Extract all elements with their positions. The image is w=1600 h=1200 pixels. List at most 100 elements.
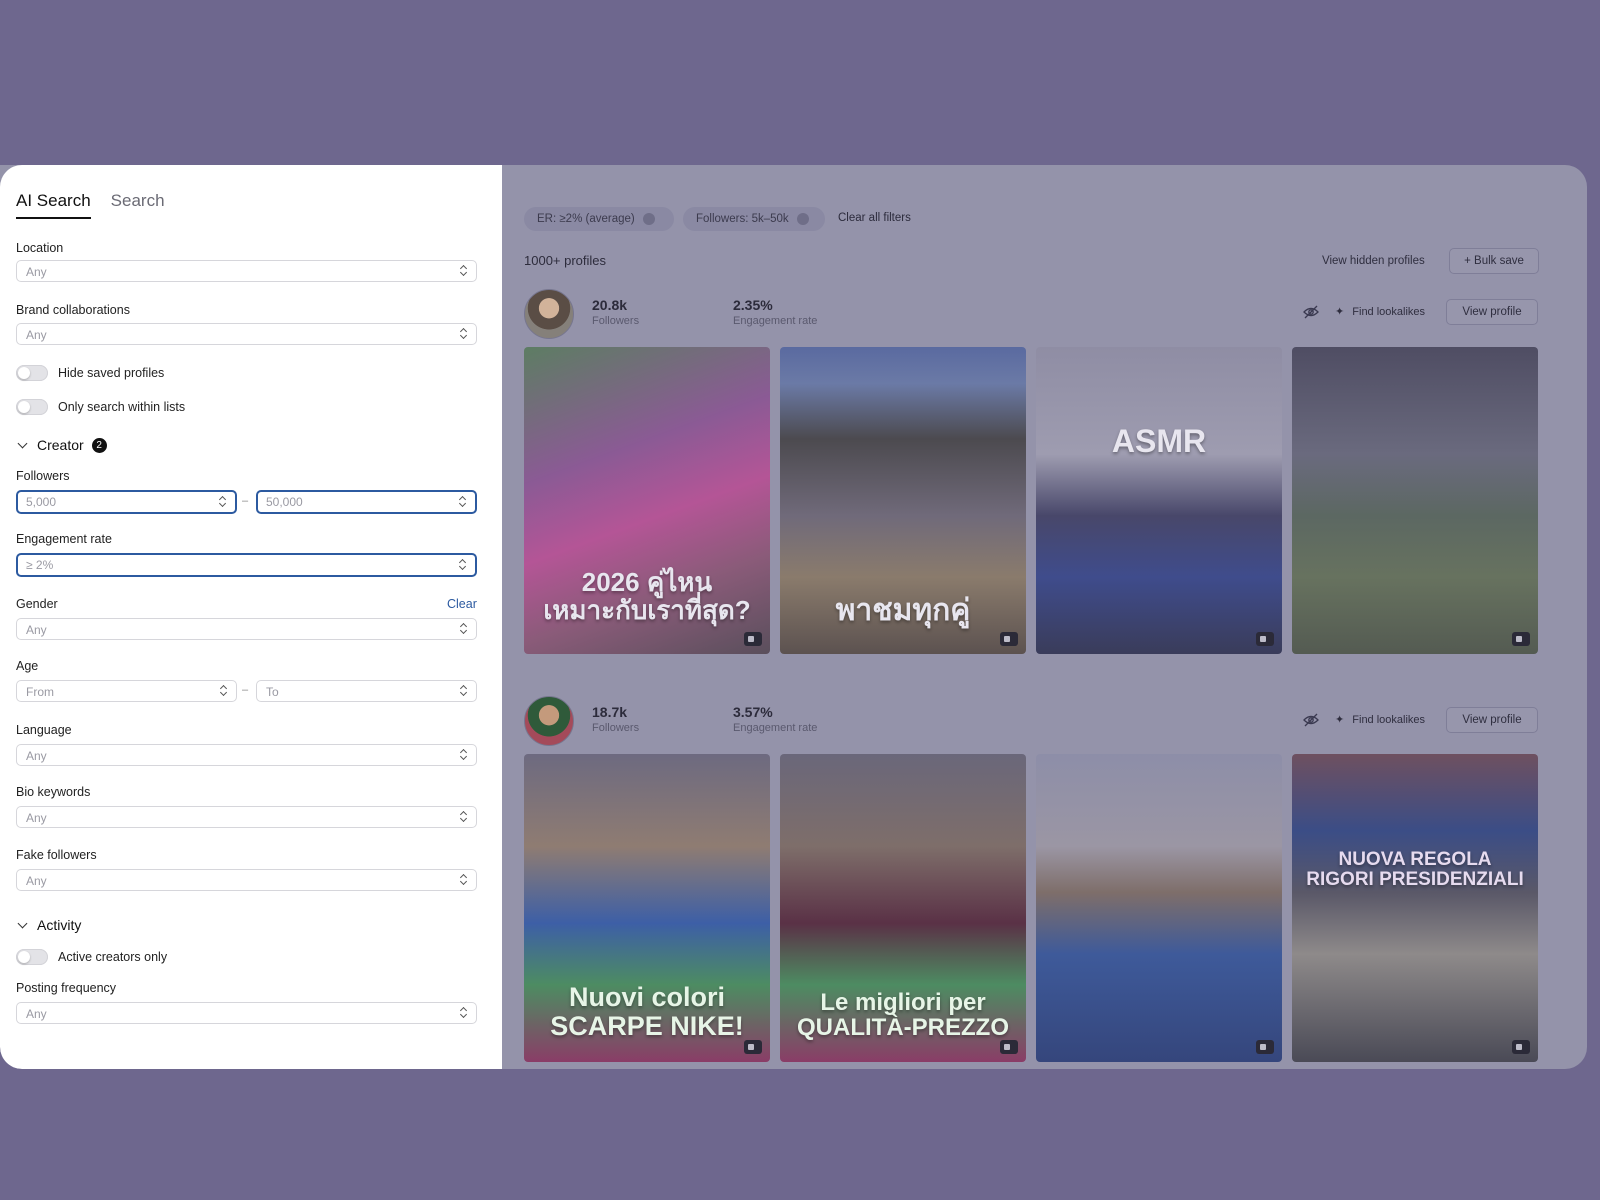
chevron-updown-icon — [460, 1006, 468, 1020]
chevron-updown-icon — [219, 495, 227, 509]
active-filter-chip[interactable]: ER: ≥2% (average) — [524, 207, 674, 231]
video-icon — [1000, 632, 1018, 646]
fake-followers-label: Fake followers — [16, 848, 97, 862]
find-lookalikes-button[interactable]: ✦ Find lookalikes — [1335, 713, 1425, 726]
language-label: Language — [16, 723, 72, 737]
age-to-select[interactable]: To — [256, 680, 477, 702]
activity-section-label: Activity — [37, 917, 82, 933]
post-thumbnail[interactable]: Le migliori per QUALITÀ-PREZZO — [780, 754, 1026, 1062]
followers-label: Followers — [16, 469, 70, 483]
view-hidden-profiles-link[interactable]: View hidden profiles — [1322, 255, 1425, 267]
location-label: Location — [16, 241, 64, 255]
post-thumbnail[interactable] — [1292, 347, 1538, 654]
results-area: ER: ≥2% (average) Followers: 5k–50k Clea… — [502, 165, 1587, 1069]
fake-followers-select[interactable]: Any — [16, 869, 477, 891]
hide-profile-icon[interactable] — [1303, 304, 1319, 320]
language-select[interactable]: Any — [16, 744, 477, 766]
chevron-down-icon — [17, 918, 28, 928]
hide-profile-icon[interactable] — [1303, 712, 1319, 728]
tab-search[interactable]: Search — [111, 191, 165, 219]
followers-min-value: 5,000 — [26, 495, 57, 509]
hide-saved-toggle[interactable] — [16, 365, 48, 381]
hide-saved-row: Hide saved profiles — [16, 365, 164, 381]
view-profile-button[interactable]: View profile — [1446, 707, 1538, 733]
age-from-select[interactable]: From — [16, 680, 237, 702]
app-window: AI Search Search Location Any Brand coll… — [0, 165, 1587, 1069]
active-only-toggle[interactable] — [16, 949, 48, 965]
sparkle-icon: ✦ — [1335, 714, 1345, 726]
chevron-down-icon — [17, 438, 28, 448]
video-icon — [744, 632, 762, 646]
find-lookalikes-label: Find lookalikes — [1352, 306, 1426, 318]
engagement-rate: 2.35% — [733, 297, 773, 313]
video-icon — [744, 1040, 762, 1054]
activity-section-header[interactable]: Activity — [16, 917, 81, 933]
gender-label: Gender — [16, 597, 58, 611]
followers-label: Followers — [592, 722, 640, 734]
video-icon — [1256, 632, 1274, 646]
range-separator: – — [242, 684, 249, 696]
post-thumbnail[interactable]: ASMR — [1036, 347, 1282, 654]
location-select[interactable]: Any — [16, 260, 477, 282]
followers-max-input[interactable]: 50,000 — [256, 490, 477, 514]
fake-followers-value: Any — [26, 874, 47, 888]
brand-collab-select[interactable]: Any — [16, 323, 477, 345]
creator-section-header[interactable]: Creator 2 — [16, 437, 107, 453]
engagement-value: ≥ 2% — [26, 558, 54, 572]
posting-frequency-value: Any — [26, 1007, 47, 1021]
chip-label: ER: ≥2% (average) — [537, 213, 635, 225]
chevron-updown-icon — [220, 684, 228, 698]
followers-min-input[interactable]: 5,000 — [16, 490, 237, 514]
brand-collab-value: Any — [26, 328, 47, 342]
gender-clear-link[interactable]: Clear — [447, 597, 477, 611]
language-value: Any — [26, 749, 47, 763]
only-lists-toggle[interactable] — [16, 399, 48, 415]
chevron-updown-icon — [460, 873, 468, 887]
age-from-value: From — [26, 685, 54, 699]
post-caption: ASMR — [1111, 423, 1207, 459]
bio-keywords-input[interactable]: Any — [16, 806, 477, 828]
post-thumbnail[interactable]: Nuovi colori SCARPE NIKE! — [524, 754, 770, 1062]
creator-filter-count-badge: 2 — [91, 437, 107, 453]
gender-value: Any — [26, 623, 47, 637]
tab-ai-search[interactable]: AI Search — [16, 191, 91, 219]
post-thumbnail[interactable]: 2026 คู่ไหน เหมาะกับเราที่สุด? — [524, 347, 770, 654]
chevron-updown-icon — [460, 684, 468, 698]
bio-keywords-value: Any — [26, 811, 47, 825]
active-only-label: Active creators only — [58, 950, 168, 964]
engagement-select[interactable]: ≥ 2% — [16, 553, 477, 577]
find-lookalikes-button[interactable]: ✦ Find lookalikes — [1335, 305, 1425, 318]
engagement-rate-label: Engagement rate — [733, 722, 818, 734]
posting-frequency-label: Posting frequency — [16, 981, 117, 995]
followers-count: 18.7k — [592, 704, 628, 720]
bulk-save-button[interactable]: + Bulk save — [1449, 248, 1539, 274]
avatar[interactable] — [524, 289, 574, 339]
video-icon — [1512, 632, 1530, 646]
post-thumbnail[interactable]: NUOVA REGOLA RIGORI PRESIDENZIALI — [1292, 754, 1538, 1062]
remove-filter-icon[interactable] — [642, 213, 655, 225]
followers-label: Followers — [592, 315, 640, 327]
filter-panel: AI Search Search Location Any Brand coll… — [0, 165, 502, 1069]
followers-max-value: 50,000 — [266, 495, 303, 509]
hide-saved-label: Hide saved profiles — [58, 366, 165, 380]
age-to-value: To — [266, 685, 279, 699]
chevron-updown-icon — [460, 622, 468, 636]
post-thumbnail[interactable]: พาชมทุกคู่ — [780, 347, 1026, 654]
avatar[interactable] — [524, 696, 574, 746]
clear-all-filters-link[interactable]: Clear all filters — [838, 212, 911, 224]
active-filter-chip[interactable]: Followers: 5k–50k — [683, 207, 825, 231]
post-caption: Le migliori per QUALITÀ-PREZZO — [797, 988, 1009, 1041]
video-icon — [1512, 1040, 1530, 1054]
post-thumbnail[interactable] — [1036, 754, 1282, 1062]
results-count: 1000+ profiles — [524, 253, 607, 268]
remove-filter-icon[interactable] — [796, 213, 809, 225]
post-caption: พาชมทุกคู่ — [835, 593, 971, 627]
creator-section-label: Creator — [37, 437, 84, 453]
posting-frequency-select[interactable]: Any — [16, 1002, 477, 1024]
chevron-updown-icon — [460, 327, 468, 341]
only-lists-row: Only search within lists — [16, 399, 185, 415]
find-lookalikes-label: Find lookalikes — [1352, 714, 1426, 726]
gender-select[interactable]: Any — [16, 618, 477, 640]
post-caption: NUOVA REGOLA RIGORI PRESIDENZIALI — [1306, 849, 1524, 890]
view-profile-button[interactable]: View profile — [1446, 299, 1538, 325]
